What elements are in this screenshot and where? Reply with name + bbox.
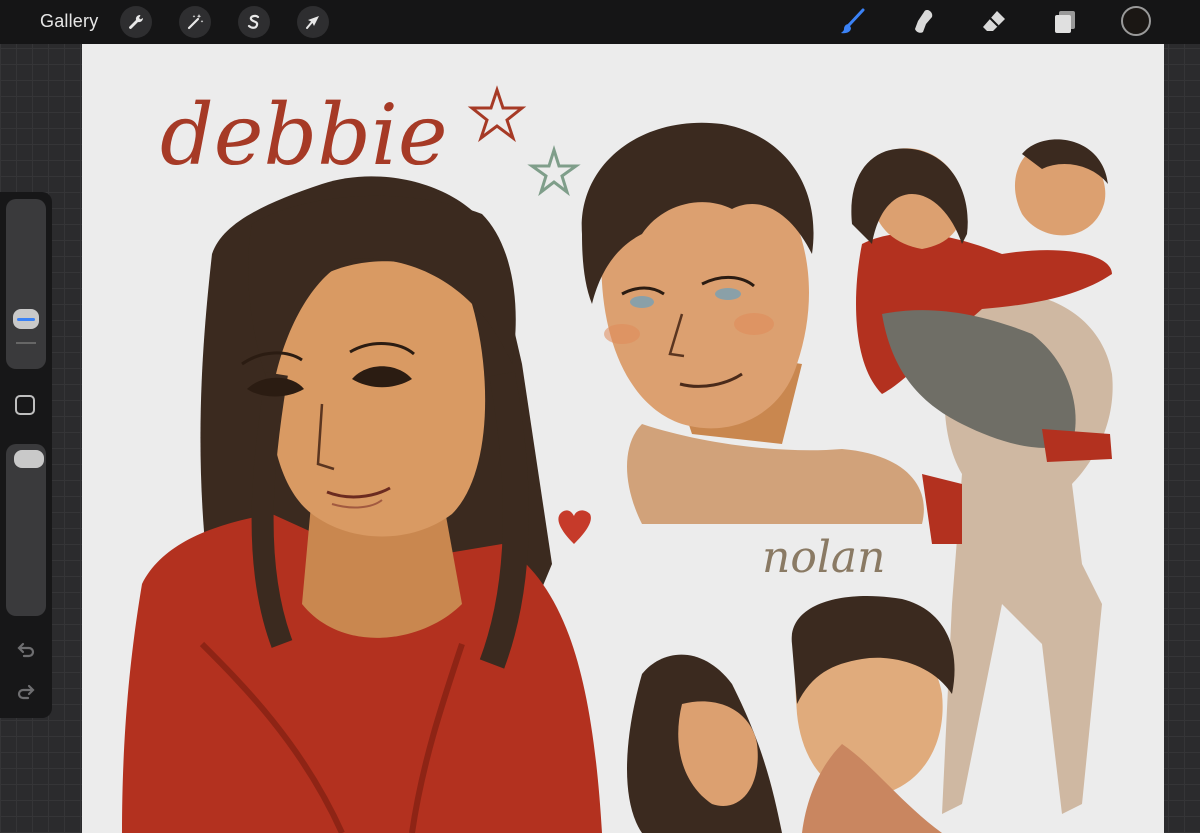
- debbie-portrait: [122, 176, 602, 833]
- smudge-icon[interactable]: [906, 5, 940, 39]
- layers-icon[interactable]: [1048, 5, 1082, 39]
- opacity-slider[interactable]: [6, 444, 46, 616]
- magic-wand-icon[interactable]: [179, 6, 211, 38]
- brush-size-knob[interactable]: [13, 309, 39, 329]
- eraser-icon[interactable]: [977, 5, 1011, 39]
- heart-doodle: [558, 510, 591, 544]
- color-picker-button[interactable]: [1121, 6, 1151, 36]
- arrow-cursor-icon[interactable]: [297, 6, 329, 38]
- artwork-illustration: debbie nolan: [122, 85, 1113, 833]
- selection-s-icon[interactable]: [238, 6, 270, 38]
- debbie-lettering: debbie: [160, 86, 448, 184]
- nolan-lettering: nolan: [762, 532, 885, 583]
- brush-size-slider[interactable]: [6, 199, 46, 369]
- slider-tick: [16, 342, 36, 344]
- gallery-button[interactable]: Gallery: [40, 11, 98, 32]
- opacity-knob[interactable]: [14, 450, 44, 468]
- wrench-icon[interactable]: [120, 6, 152, 38]
- green-star-doodle: [527, 144, 581, 197]
- brush-size-indicator: [17, 318, 35, 321]
- drawing-canvas[interactable]: debbie nolan: [82, 44, 1164, 833]
- left-sidebar: [0, 192, 52, 718]
- red-star-doodle: [467, 85, 527, 143]
- undo-icon[interactable]: [14, 638, 38, 662]
- procreate-window: Gallery debbie nolan: [0, 0, 1200, 833]
- redo-icon[interactable]: [14, 680, 38, 704]
- top-toolbar: Gallery: [0, 0, 1200, 44]
- brush-icon[interactable]: [835, 5, 869, 39]
- modify-button[interactable]: [15, 395, 35, 415]
- bottom-couple-figure: [627, 596, 955, 833]
